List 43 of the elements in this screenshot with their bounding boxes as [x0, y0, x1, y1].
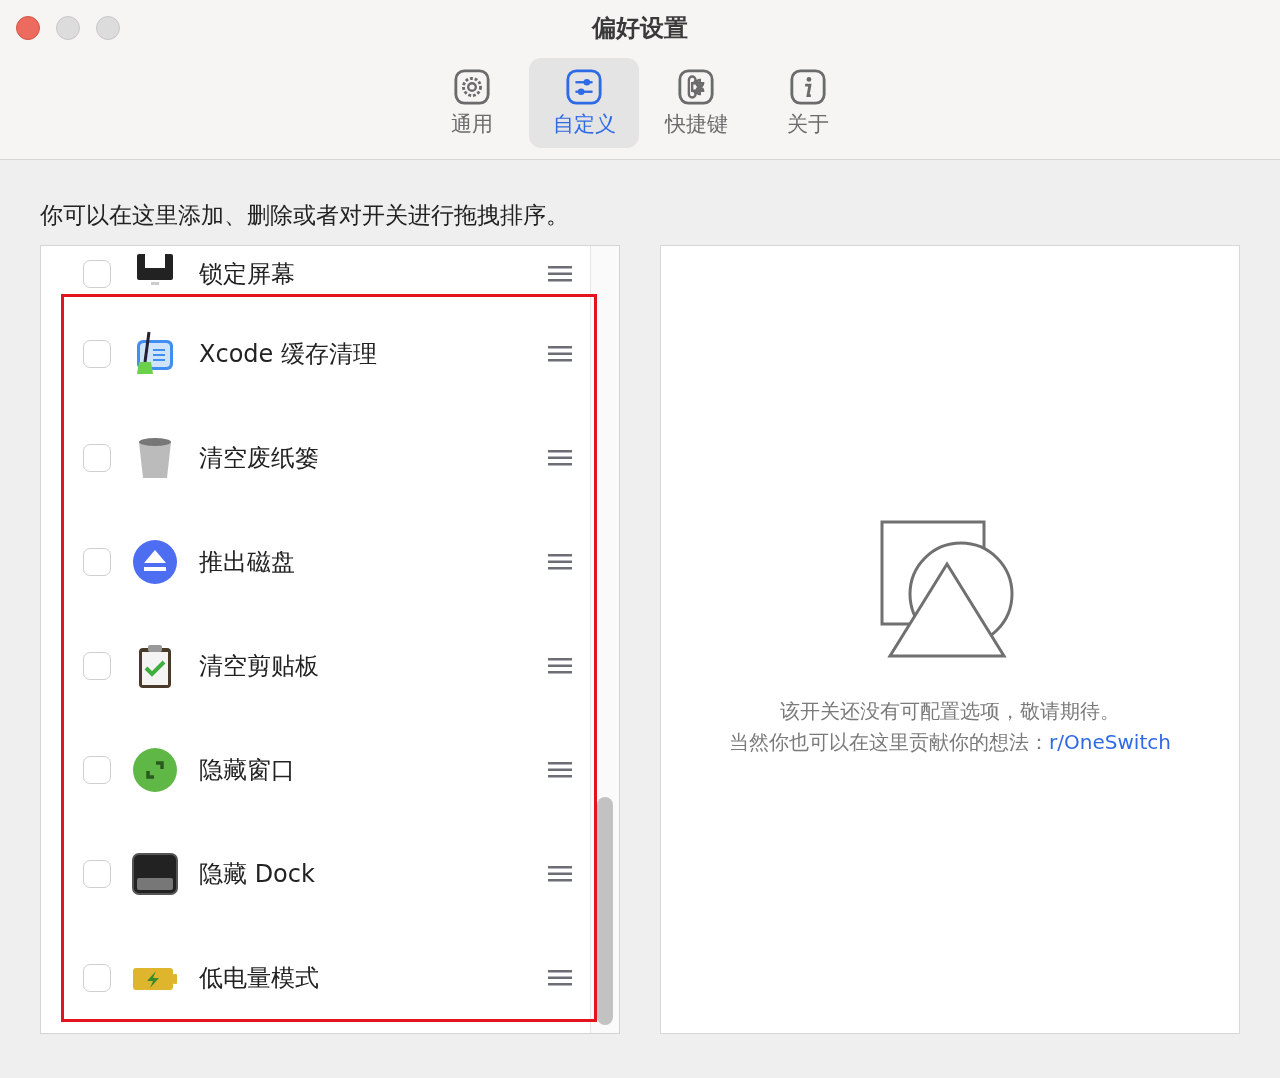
- drag-handle-icon[interactable]: [548, 553, 572, 571]
- expand-icon: [131, 746, 179, 794]
- checkbox[interactable]: [83, 340, 111, 368]
- checkbox[interactable]: [83, 964, 111, 992]
- switch-label: 清空废纸篓: [199, 443, 320, 474]
- drag-handle-icon[interactable]: [548, 969, 572, 987]
- tab[interactable]: 快捷键: [641, 58, 751, 148]
- info-icon: [789, 68, 827, 106]
- drag-handle-icon[interactable]: [548, 761, 572, 779]
- drag-handle-icon[interactable]: [548, 345, 572, 363]
- checkbox[interactable]: [83, 444, 111, 472]
- checkbox[interactable]: [83, 548, 111, 576]
- gear-icon: [453, 68, 491, 106]
- tab[interactable]: 关于: [753, 58, 863, 148]
- drag-handle-icon[interactable]: [548, 865, 572, 883]
- checkbox[interactable]: [83, 260, 111, 288]
- eject-icon: [131, 538, 179, 586]
- sliders-icon: [565, 68, 603, 106]
- checkbox[interactable]: [83, 652, 111, 680]
- close-button[interactable]: [16, 16, 40, 40]
- tab[interactable]: 自定义: [529, 58, 639, 148]
- community-link[interactable]: r/OneSwitch: [1049, 730, 1171, 754]
- switch-label: Xcode 缓存清理: [199, 339, 378, 370]
- message-text: 该开关还没有可配置选项，敬请期待。: [780, 698, 1120, 725]
- minimize-button[interactable]: [56, 16, 80, 40]
- checkbox[interactable]: [83, 756, 111, 784]
- switch-label: 推出磁盘: [199, 547, 296, 578]
- window-title: 偏好设置: [592, 13, 688, 44]
- switch-label: 锁定屏幕: [199, 259, 296, 290]
- drag-handle-icon[interactable]: [548, 265, 572, 283]
- dock-icon: [131, 850, 179, 898]
- prompt-text: 当然你也可以在这里贡献你的想法：: [729, 730, 1050, 754]
- switch-label: 低电量模式: [199, 963, 320, 994]
- zoom-button[interactable]: [96, 16, 120, 40]
- switch-label: 隐藏窗口: [199, 755, 296, 786]
- drag-handle-icon[interactable]: [548, 449, 572, 467]
- tab[interactable]: 通用: [417, 58, 527, 148]
- switch-label: 隐藏 Dock: [199, 859, 316, 890]
- drag-handle-icon[interactable]: [548, 657, 572, 675]
- checkbox[interactable]: [83, 860, 111, 888]
- instruction-text: 你可以在这里添加、删除或者对开关进行拖拽排序。: [40, 201, 570, 230]
- scrollbar-thumb[interactable]: [597, 797, 613, 1025]
- switch-label: 清空剪贴板: [199, 651, 320, 682]
